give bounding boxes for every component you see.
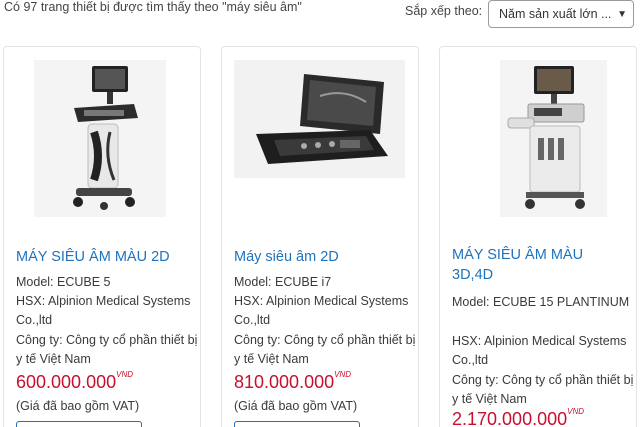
product-title[interactable]: MÁY SIÊU ÂM MÀU 3D,4D	[452, 245, 602, 285]
product-company: Công ty: Công ty cổ phần thiết bị y tế V…	[16, 333, 198, 366]
price-currency: VND	[567, 407, 585, 416]
sort-selected-value: Năm sản xuất lớn ...	[499, 7, 612, 21]
product-image[interactable]	[234, 60, 405, 178]
product-title[interactable]: MÁY SIÊU ÂM MÀU 2D	[16, 247, 194, 267]
product-price: 2.170.000.000VND	[452, 407, 585, 427]
product-manufacturer: HSX: Alpinion Medical Systems Co.,ltd	[234, 294, 409, 327]
price-currency: VND	[116, 370, 133, 379]
product-company: Công ty: Công ty cổ phần thiết bị y tế V…	[452, 373, 634, 406]
sort-select[interactable]: Năm sản xuất lớn ... ▼	[488, 0, 634, 28]
product-price: 810.000.000VND	[234, 370, 351, 393]
ultrasound-3d-cart-image	[500, 60, 607, 217]
product-image[interactable]	[500, 60, 607, 217]
product-manufacturer: HSX: Alpinion Medical Systems Co.,ltd	[452, 334, 627, 367]
price-value: 600.000.000	[16, 372, 117, 392]
product-manufacturer: HSX: Alpinion Medical Systems Co.,ltd	[16, 294, 191, 327]
chevron-down-icon: ▼	[617, 8, 627, 20]
price-value: 2.170.000.000	[452, 409, 568, 427]
price-value: 810.000.000	[234, 372, 335, 392]
sort-label: Sắp xếp theo:	[405, 4, 483, 18]
result-count-text: Có 97 trang thiết bị được tìm thấy theo …	[4, 0, 302, 14]
product-card[interactable]: MÁY SIÊU ÂM MÀU 2D Model: ECUBE 5 HSX: A…	[3, 46, 201, 427]
product-action-button[interactable]	[234, 421, 360, 427]
product-price: 600.000.000VND	[16, 370, 133, 393]
product-action-button[interactable]	[16, 421, 142, 427]
portable-ultrasound-image	[234, 60, 405, 178]
price-currency: VND	[334, 370, 351, 379]
ultrasound-cart-image	[34, 60, 166, 217]
product-company: Công ty: Công ty cổ phần thiết bị y tế V…	[234, 333, 416, 366]
product-card[interactable]: Máy siêu âm 2D Model: ECUBE i7 HSX: Alpi…	[221, 46, 419, 427]
product-model: Model: ECUBE 15 PLANTINUM	[452, 295, 630, 309]
product-model: Model: ECUBE i7	[234, 275, 332, 289]
product-image[interactable]	[34, 60, 166, 217]
vat-note: (Giá đã bao gồm VAT)	[234, 399, 358, 413]
product-card[interactable]: MÁY SIÊU ÂM MÀU 3D,4D Model: ECUBE 15 PL…	[439, 46, 637, 427]
product-model: Model: ECUBE 5	[16, 275, 111, 289]
search-results-page: Có 97 trang thiết bị được tìm thấy theo …	[0, 0, 640, 427]
results-toolbar: Có 97 trang thiết bị được tìm thấy theo …	[0, 0, 640, 34]
vat-note: (Giá đã bao gồm VAT)	[16, 399, 140, 413]
product-title[interactable]: Máy siêu âm 2D	[234, 247, 412, 267]
